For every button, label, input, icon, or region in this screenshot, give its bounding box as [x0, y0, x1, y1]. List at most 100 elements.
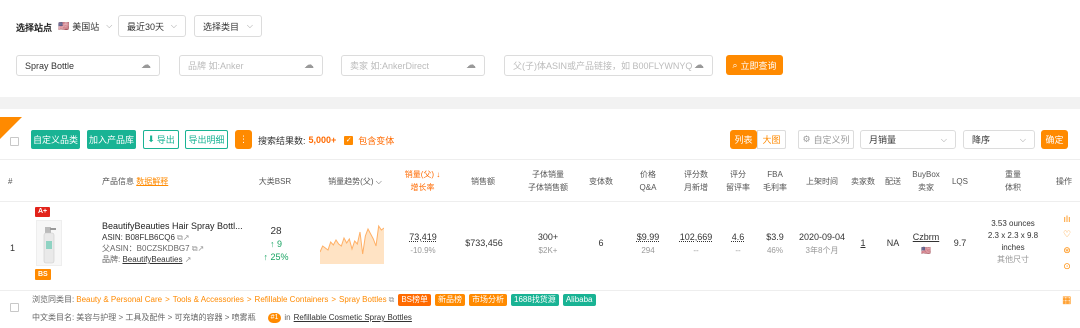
asin-label: ASIN: [102, 233, 126, 242]
brand-input[interactable]: 品牌 如:Anker ☁ [179, 55, 323, 76]
header-weight-line2: 体积 [1005, 183, 1021, 192]
period-dropdown[interactable]: 最近30天 ⌵ [118, 15, 186, 37]
custom-columns-button[interactable]: ⚙ 自定义列 [798, 130, 854, 149]
sort-field-dropdown[interactable]: 月销量 ⌵ [860, 130, 956, 149]
ratings-value[interactable]: 102,669 [676, 231, 716, 244]
header-trend[interactable]: 销量趋势(父) ⌵ [320, 175, 390, 188]
external-link-icon[interactable]: ↗ [183, 233, 190, 242]
site-label: 选择站点 [16, 23, 53, 33]
sales-trend-sparkline[interactable] [320, 224, 384, 264]
header-sales[interactable]: 销量(父) ↓ 增长率 [395, 168, 450, 194]
pin-ribbon-icon [0, 117, 22, 139]
view-grid-label: 大图 [762, 135, 781, 145]
header-price[interactable]: 价格 Q&A [630, 168, 666, 194]
product-title[interactable]: BeautifyBeauties Hair Spray Bottl... [102, 221, 243, 232]
product-image[interactable] [36, 220, 62, 266]
export-detail-button[interactable]: 导出明细 [185, 130, 228, 149]
market-analysis-tag[interactable]: 市场分析 [469, 294, 508, 306]
bar-chart-icon[interactable]: ılı [1063, 214, 1070, 224]
a-plus-badge: A+ [35, 207, 51, 217]
new-list-tag[interactable]: 新品榜 [435, 294, 466, 306]
browse-line: 浏览同类目: Beauty & Personal Care > Tools & A… [32, 294, 596, 306]
confirm-button[interactable]: 确定 [1041, 130, 1068, 149]
asin-line: ASIN: B08FLB6CQ6 ⧉↗ [102, 232, 243, 243]
bsr-value[interactable]: 28 [256, 225, 296, 238]
external-link-icon[interactable]: ↗ [185, 255, 192, 264]
cloud-icon: ☁ [141, 60, 151, 71]
rank-category-link[interactable]: Refillable Cosmetic Spray Bottles [294, 312, 412, 324]
row-checkbox[interactable] [10, 303, 19, 312]
asin-input[interactable]: 父(子)体ASIN或产品链接，如 B00FLYWNYQ ☁ [504, 55, 713, 76]
chevron-down-icon: ⌵ [375, 177, 382, 186]
bsr-change: ↑ 9 [269, 239, 282, 249]
custom-category-button[interactable]: 自定义品类 [31, 130, 80, 149]
download-icon: ⬇ [147, 134, 155, 144]
header-ratings[interactable]: 评分数 月新增 [676, 168, 716, 194]
header-delivery: 配送 [885, 177, 901, 186]
sellers-value[interactable]: 1 [852, 237, 874, 250]
external-link-icon[interactable]: ↗ [198, 244, 205, 253]
ratings-cell: 102,669 -- [676, 231, 716, 257]
browse-path-4[interactable]: Spray Bottles [339, 294, 387, 306]
data-explain-link[interactable]: 数据解释 [136, 177, 168, 186]
path-separator: > [165, 295, 170, 304]
parent-asin-value[interactable]: B0CZSKDBG7 [137, 244, 190, 253]
sort-order-dropdown[interactable]: 降序 ⌵ [963, 130, 1035, 149]
other-size-link[interactable]: 其他尺寸 [982, 254, 1044, 266]
buybox-seller[interactable]: Czbrm [908, 231, 944, 244]
target-icon[interactable]: ⊛ [1063, 245, 1071, 256]
header-rating-line1: 评分 [730, 170, 746, 179]
browse-path-3[interactable]: Refillable Containers [255, 294, 329, 306]
add-to-library-button[interactable]: 加入产品库 [87, 130, 136, 149]
cn-category-label: 中文类目名: [32, 313, 75, 322]
variants-value[interactable]: 6 [582, 237, 620, 250]
view-list-label: 列表 [734, 135, 753, 145]
brand-link[interactable]: BeautifyBeauties [122, 255, 182, 264]
header-child-line1: 子体销量 [532, 170, 564, 179]
header-child-sales[interactable]: 子体销量 子体销售额 [520, 168, 576, 194]
path-separator: > [246, 295, 252, 304]
keyword-input[interactable]: Spray Bottle ☁ [16, 55, 160, 76]
chevron-down-icon: ⌵ [1019, 134, 1026, 144]
seller-input[interactable]: 卖家 如:AnkerDirect ☁ [341, 55, 485, 76]
calculator-icon[interactable]: ▦ [1062, 295, 1071, 306]
ratings-new-value: -- [693, 246, 699, 255]
browse-path-1[interactable]: Beauty & Personal Care [76, 294, 162, 306]
lqs-value: 9.7 [953, 238, 967, 248]
site-selector[interactable]: 🇺🇸 美国站 ⌵ [58, 19, 112, 33]
view-grid-tab[interactable]: 大图 [757, 130, 786, 149]
heart-icon[interactable]: ♡ [1063, 229, 1071, 240]
chevron-down-icon: ⌵ [940, 134, 947, 144]
header-sales-line2: 增长率 [410, 183, 435, 192]
header-bsr[interactable]: 大类BSR [250, 175, 300, 188]
header-price-line1: 价格 [640, 170, 656, 179]
query-button[interactable]: ⌕ 立即查询 [726, 55, 783, 75]
sort-order-value: 降序 [972, 135, 991, 145]
qa-value[interactable]: 294 [630, 244, 666, 257]
header-launch[interactable]: 上架时间 [800, 175, 844, 188]
alibaba-tag[interactable]: Alibaba [562, 294, 596, 306]
browse-path-2[interactable]: Tools & Accessories [173, 294, 244, 306]
header-rating[interactable]: 评分 留评率 [722, 168, 754, 194]
header-fba[interactable]: FBA 毛利率 [760, 168, 790, 194]
header-sellers[interactable]: 卖家数 [848, 175, 878, 188]
header-variants[interactable]: 变体数 [582, 175, 620, 188]
source-1688-tag[interactable]: 1688找货源 [511, 294, 559, 306]
view-list-tab[interactable]: 列表 [730, 130, 757, 149]
browse-separator [0, 290, 1080, 291]
select-all-checkbox[interactable] [10, 137, 19, 146]
rating-value[interactable]: 4.6 [722, 231, 754, 244]
header-revenue[interactable]: 销售额 [458, 175, 508, 188]
header-lqs[interactable]: LQS [948, 175, 972, 188]
more-options-button[interactable]: ⋮ [235, 130, 252, 149]
asin-value[interactable]: B08FLB6CQ6 [125, 233, 175, 242]
header-product-info: 产品信息 数据解释 [102, 175, 182, 188]
export-button[interactable]: ⬇ 导出 [143, 130, 179, 149]
more-icon[interactable]: ⊙ [1063, 261, 1071, 272]
bs-list-tag[interactable]: BS榜单 [398, 294, 432, 306]
copy-icon[interactable]: ⧉ [389, 294, 395, 306]
include-variants-checkbox[interactable]: ✓ [344, 135, 354, 145]
rank-badge: #1 [267, 313, 282, 323]
price-value: $9.99 [636, 232, 660, 242]
category-dropdown[interactable]: 选择类目 ⌵ [194, 15, 262, 37]
